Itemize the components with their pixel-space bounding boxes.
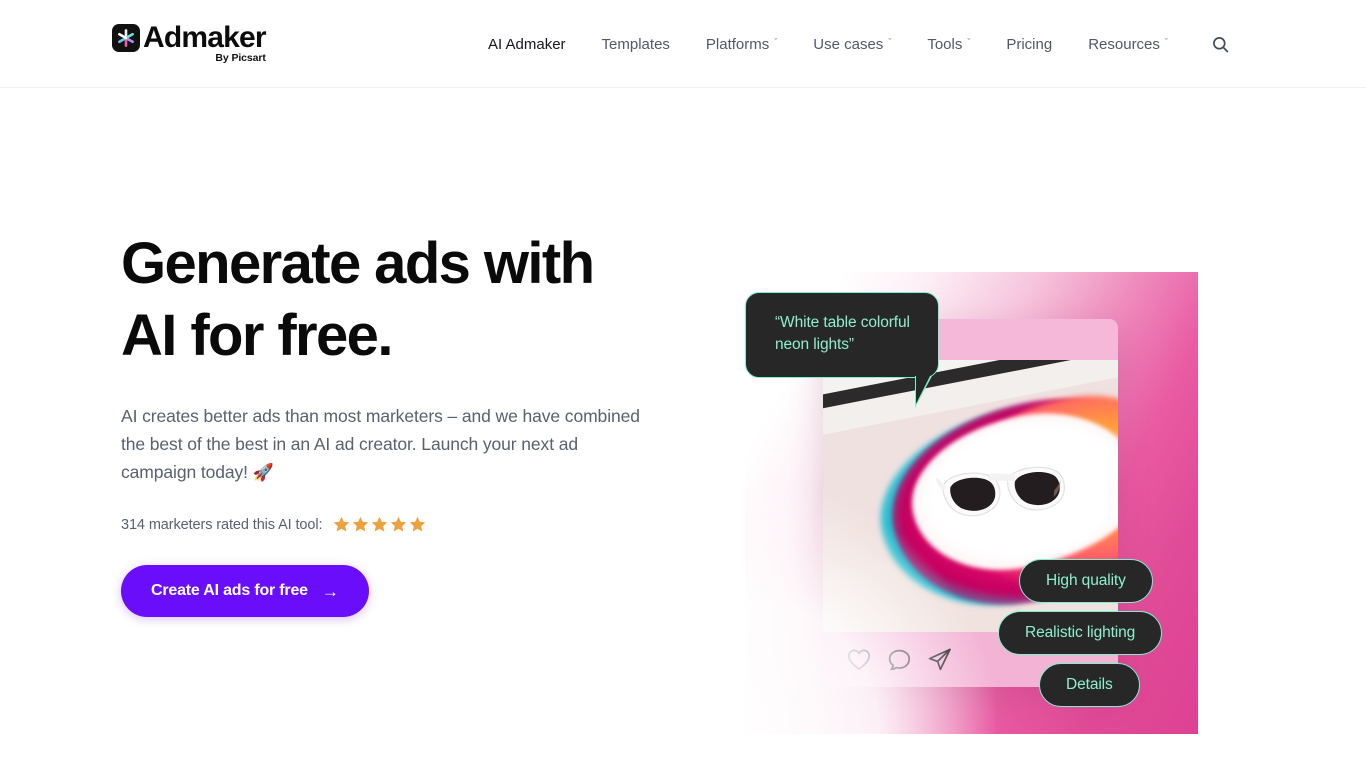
page-title: Generate ads with AI for free. [121, 228, 681, 372]
star-rating [333, 516, 426, 533]
hero-subtitle-text: AI creates better ads than most marketer… [121, 406, 640, 482]
cta-label: Create AI ads for free [151, 582, 308, 599]
nav-item-use-cases[interactable]: Use cases ˇ [795, 0, 909, 88]
prompt-speech-bubble: “White table colorful neon lights” [745, 292, 939, 408]
star-icon [372, 516, 388, 532]
nav-item-label: Use cases [813, 35, 884, 53]
pill-label: Realistic lighting [1025, 624, 1136, 641]
chevron-down-icon: ˇ [967, 36, 971, 47]
hero-copy: Generate ads with AI for free. AI create… [121, 228, 681, 617]
brand-name: Admaker [143, 21, 267, 54]
star-icon [353, 516, 369, 532]
pill-high-quality[interactable]: High quality [1019, 559, 1153, 603]
picsart-asterisk-icon [112, 24, 140, 52]
brand-logo[interactable]: Admaker By Picsart [112, 21, 267, 64]
nav-item-platforms[interactable]: Platforms ˇ [688, 0, 795, 88]
arrow-right-icon: → [321, 581, 339, 601]
nav-item-tools[interactable]: Tools ˇ [909, 0, 988, 88]
star-icon [334, 516, 350, 532]
rating-row: 314 marketers rated this AI tool: [121, 516, 681, 533]
nav-item-label: Platforms [705, 35, 770, 53]
rocket-icon: 🚀 [252, 463, 274, 482]
heart-icon[interactable] [847, 649, 871, 671]
nav-item-pricing[interactable]: Pricing [988, 0, 1070, 88]
nav-item-label: Tools [927, 35, 963, 53]
main-navigation: AI Admaker Templates Platforms ˇ Use cas… [470, 0, 1238, 88]
prompt-text: “White table colorful neon lights” [775, 314, 910, 353]
chevron-down-icon: ˇ [888, 36, 892, 47]
search-icon[interactable] [1204, 27, 1238, 61]
star-icon [410, 516, 426, 532]
pill-details[interactable]: Details [1039, 663, 1140, 707]
nav-item-resources[interactable]: Resources ˇ [1070, 0, 1186, 88]
hero-subtitle: AI creates better ads than most marketer… [121, 402, 641, 487]
nav-item-label: AI Admaker [488, 35, 566, 53]
nav-item-templates[interactable]: Templates [584, 0, 688, 88]
hero-title-line-2: AI for free. [121, 303, 393, 368]
nav-item-label: Templates [601, 35, 670, 53]
hero-title-line-1: Generate ads with [121, 231, 595, 296]
pill-label: Details [1066, 676, 1113, 693]
pill-label: High quality [1046, 572, 1126, 589]
chevron-down-icon: ˇ [774, 36, 778, 47]
nav-item-ai-admaker[interactable]: AI Admaker [470, 0, 584, 88]
send-icon[interactable] [928, 648, 952, 671]
pill-realistic-lighting[interactable]: Realistic lighting [998, 611, 1163, 655]
comment-icon[interactable] [888, 649, 911, 671]
star-icon [391, 516, 407, 532]
hero-visual: “White table colorful neon lights” High … [745, 272, 1198, 734]
hero-section: Generate ads with AI for free. AI create… [0, 88, 1366, 768]
chevron-down-icon: ˇ [1164, 36, 1168, 47]
nav-item-label: Pricing [1006, 35, 1053, 53]
rating-label: 314 marketers rated this AI tool: [121, 516, 323, 533]
site-header: Admaker By Picsart AI Admaker Templates … [0, 0, 1366, 88]
nav-item-label: Resources [1088, 35, 1160, 53]
create-ai-ads-button[interactable]: Create AI ads for free → [121, 565, 369, 617]
